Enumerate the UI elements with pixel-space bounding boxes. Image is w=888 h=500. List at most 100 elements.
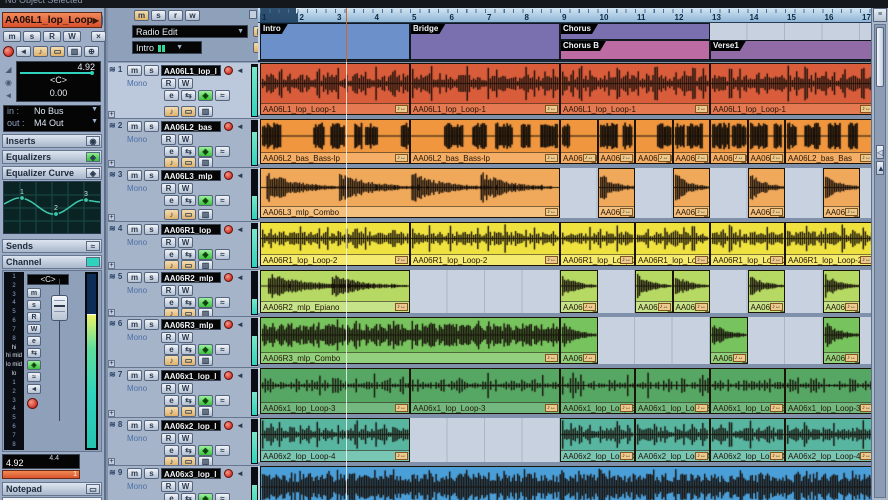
inserts-state-icon[interactable]: ◉ (86, 136, 100, 146)
track-solo-button[interactable]: s (144, 121, 159, 132)
global-mute-button[interactable]: m (134, 10, 149, 21)
section-equalizers[interactable]: Equalizers ◈ (2, 150, 102, 164)
track-name[interactable]: AA06L2_bas (161, 121, 221, 132)
track-monitor-icon[interactable]: ◄ (236, 469, 244, 478)
track-solo-button[interactable]: s (144, 272, 159, 283)
insert-slot[interactable]: 5 (4, 309, 24, 315)
track-lock-icon[interactable]: ▭ (181, 308, 196, 317)
clip-2-8[interactable]: AA06L2_bas_Bass-lp♪↔ (748, 119, 786, 164)
track-monitor-icon[interactable]: ◄ (236, 225, 244, 234)
track-fx-icon[interactable]: ≈ (215, 445, 230, 456)
notepad-icon[interactable]: ▭ (86, 484, 100, 494)
pan-row[interactable]: <C> (17, 75, 100, 88)
clip-3-2[interactable]: AA06L3_mlp_Combo♪↔ (598, 168, 636, 218)
clip-8-5[interactable]: AA06x2_lop_Loop-4♪↔ (785, 418, 871, 462)
arranger-part-select[interactable]: Radio Edit ▼ (132, 25, 248, 38)
track-record-icon[interactable] (224, 225, 233, 234)
track-mute-button[interactable]: m (127, 468, 142, 479)
clip-6-2[interactable]: AA06R3_mlp_Combo♪↔ (560, 317, 598, 364)
track-musical-mode-icon[interactable]: ♪ (164, 456, 179, 466)
track-sends-icon[interactable]: ⇆ (181, 90, 196, 101)
track-musical-mode-icon[interactable]: ♪ (164, 355, 179, 366)
track-name[interactable]: AA06x1_lop_l (161, 370, 221, 381)
track-read-button[interactable]: R (161, 332, 176, 343)
clip-6-1[interactable]: AA06R3_mlp_Combo♪↔ (260, 317, 560, 364)
clip-4-3[interactable]: AA06R1_lop_Loop-2♪↔ (560, 222, 635, 266)
track-solo-button[interactable]: s (144, 370, 159, 381)
clip-7-4[interactable]: AA06x1_lop_Loop-3♪↔ (635, 368, 710, 414)
gear-icon[interactable]: ⊕ (84, 46, 99, 57)
clip-3-5[interactable]: AA06L3_mlp_Combo♪↔ (823, 168, 861, 218)
clip-2-9[interactable]: AA06L2_bas_Bas♪↔ (785, 119, 871, 164)
marker-chorus[interactable]: Chorus (560, 23, 710, 40)
lanes-icon[interactable]: ▥ (67, 46, 82, 57)
track-mute-button[interactable]: m (127, 224, 142, 235)
send-slot[interactable]: 5 (4, 415, 24, 421)
global-solo-button[interactable]: s (151, 10, 166, 21)
channel-button-3[interactable]: W (27, 324, 41, 334)
eq-curve-state-icon[interactable]: ◈ (86, 168, 100, 178)
track-monitor-icon[interactable]: ◄ (236, 171, 244, 180)
clip-5-2[interactable]: AA06R2_mlp_Epiano♪↔ (560, 270, 598, 313)
solo-button[interactable]: s (23, 31, 41, 42)
insert-slot[interactable]: 4 (4, 300, 24, 306)
track-row-4[interactable]: ≋ 4msAA06R1_lop◄MonoRWe⇆◈≈♪▭▥+ (108, 222, 258, 270)
track-eq-icon[interactable]: ◈ (198, 395, 213, 406)
insert-slot[interactable]: 6 (4, 318, 24, 324)
track-expand-button[interactable]: + (108, 309, 115, 316)
track-row-8[interactable]: ≋ 8msAA06x2_lop_l◄MonoRWe⇆◈≈♪▭▥+ (108, 418, 258, 466)
track-lanes-icon[interactable]: ▥ (198, 406, 213, 417)
clip-4-6[interactable]: AA06R1_lop_Loop-2♪↔ (785, 222, 871, 266)
inspector-track-title[interactable]: AA06L1_lop_Loop ▶ (2, 12, 102, 28)
track-expand-button[interactable]: + (108, 410, 115, 417)
track-write-button[interactable]: W (178, 383, 193, 394)
track-record-icon[interactable] (224, 122, 233, 131)
clip-1-1[interactable]: AA06L1_lop_Loop-1♪↔ (260, 63, 410, 115)
insert-slot[interactable]: 3 (4, 292, 24, 298)
track-fx-icon[interactable]: ≈ (215, 146, 230, 157)
clip-9-1[interactable] (260, 466, 871, 500)
track-lanes-icon[interactable]: ▥ (198, 106, 213, 117)
section-channel[interactable]: Channel (2, 255, 102, 269)
track-write-button[interactable]: W (178, 183, 193, 194)
splitter-left-button[interactable]: ◁ (876, 145, 884, 159)
track-solo-button[interactable]: s (144, 170, 159, 181)
track-sends-icon[interactable]: ⇆ (181, 445, 196, 456)
section-sends[interactable]: Sends ≈ (2, 239, 102, 253)
clip-3-4[interactable]: AA06L3_mlp_Combo♪↔ (748, 168, 786, 218)
send-slot[interactable]: 7 (4, 433, 24, 439)
track-monitor-icon[interactable]: ◄ (236, 273, 244, 282)
clip-3-3[interactable]: AA06L3_mlp_Combo♪↔ (673, 168, 711, 218)
section-eq-curve[interactable]: Equalizer Curve ◈ (2, 166, 102, 180)
track-lock-icon[interactable]: ▭ (181, 456, 196, 466)
channel-state-icon[interactable] (86, 257, 100, 267)
clip-5-3[interactable]: AA06R2_mlp_Epiano♪↔ (635, 270, 673, 313)
track-mute-button[interactable]: m (127, 370, 142, 381)
marker-intro[interactable]: Intro (260, 23, 410, 60)
track-fx-icon[interactable]: ≈ (215, 344, 230, 355)
scrollbar-thumb[interactable] (876, 27, 884, 87)
clip-7-3[interactable]: AA06x1_lop_Loop-3♪↔ (560, 368, 635, 414)
track-name[interactable]: AA06L3_mlp (161, 170, 221, 181)
track-mute-button[interactable]: m (127, 272, 142, 283)
insert-slot[interactable]: 2 (4, 283, 24, 289)
track-musical-mode-icon[interactable]: ♪ (164, 209, 179, 220)
read-button[interactable]: R (43, 31, 61, 42)
header-square-icon[interactable] (249, 10, 257, 19)
clip-7-5[interactable]: AA06x1_lop_Loop-3♪↔ (710, 368, 785, 414)
track-name[interactable]: AA06R3_mlp (161, 319, 221, 330)
track-mute-button[interactable]: m (127, 121, 142, 132)
clip-5-6[interactable]: AA06R2_mlp_Epiano♪↔ (823, 270, 861, 313)
speaker-icon[interactable]: ◄ (16, 46, 31, 57)
track-write-button[interactable]: W (178, 78, 193, 89)
clip-8-4[interactable]: AA06x2_lop_Loop-4♪↔ (710, 418, 785, 462)
track-eq-icon[interactable]: ◈ (198, 297, 213, 308)
track-musical-mode-icon[interactable]: ♪ (164, 106, 179, 117)
track-musical-mode-icon[interactable]: ♪ (164, 260, 179, 270)
track-edit-button[interactable]: e (164, 445, 179, 456)
track-fx-icon[interactable]: ≈ (215, 249, 230, 260)
clip-4-5[interactable]: AA06R1_lop_Loop-2♪↔ (710, 222, 785, 266)
track-fx-icon[interactable]: ≈ (215, 90, 230, 101)
track-row-6[interactable]: ≋ 6msAA06R3_mlp◄MonoRWe⇆◈≈♪▭▥+ (108, 317, 258, 368)
track-edit-button[interactable]: e (164, 395, 179, 406)
